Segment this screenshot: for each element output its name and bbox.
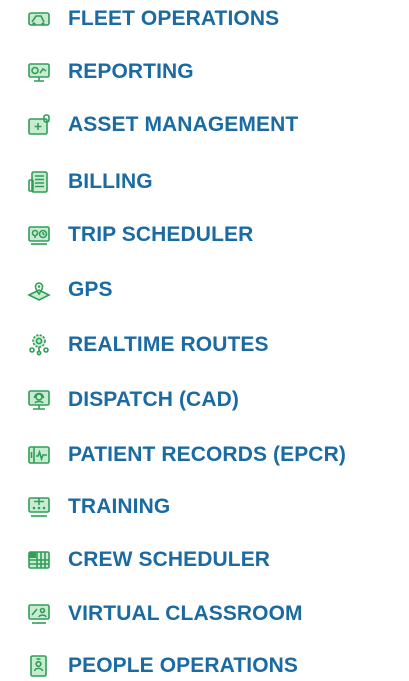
menu-item-label: REALTIME ROUTES: [68, 333, 269, 356]
menu-item-label: DISPATCH (CAD): [68, 388, 239, 411]
billing-ledger-icon: [26, 169, 52, 195]
menu-item-patient-records-epcr[interactable]: PATIENT RECORDS (EPCR): [26, 440, 346, 470]
crew-calendar-icon: [26, 547, 52, 573]
menu-item-people-operations[interactable]: PEOPLE OPERATIONS: [26, 651, 298, 681]
menu-item-training[interactable]: TRAINING: [26, 492, 170, 522]
menu-item-label: TRIP SCHEDULER: [68, 223, 254, 246]
menu-item-realtime-routes[interactable]: REALTIME ROUTES: [26, 330, 269, 360]
menu-item-label: BILLING: [68, 170, 153, 193]
id-badge-icon: [26, 653, 52, 679]
menu-item-label: CREW SCHEDULER: [68, 548, 271, 571]
menu-item-asset-management[interactable]: ASSET MANAGEMENT: [26, 110, 298, 140]
route-gear-icon: [26, 332, 52, 358]
dispatch-headset-icon: [26, 387, 52, 413]
menu-item-label: PEOPLE OPERATIONS: [68, 654, 299, 677]
heartbeat-monitor-icon: [26, 442, 52, 468]
menu-item-reporting[interactable]: REPORTING: [26, 57, 194, 87]
menu-item-label: TRAINING: [68, 495, 171, 518]
menu-item-virtual-classroom[interactable]: VIRTUAL CLASSROOM: [26, 599, 303, 629]
menu-item-label: FLEET OPERATIONS: [68, 7, 280, 30]
menu-item-billing[interactable]: BILLING: [26, 167, 153, 197]
menu-item-label: PATIENT RECORDS (EPCR): [68, 443, 346, 466]
menu-item-fleet-operations[interactable]: FLEET OPERATIONS: [26, 4, 279, 34]
virtual-class-icon: [26, 601, 52, 627]
asset-box-icon: [26, 112, 52, 138]
menu-item-crew-scheduler[interactable]: CREW SCHEDULER: [26, 545, 270, 575]
chart-monitor-icon: [26, 59, 52, 85]
menu-item-label: VIRTUAL CLASSROOM: [68, 602, 303, 625]
menu-item-dispatch-cad[interactable]: DISPATCH (CAD): [26, 385, 239, 415]
menu-item-gps[interactable]: GPS: [26, 275, 113, 305]
menu-item-label: ASSET MANAGEMENT: [68, 113, 299, 136]
training-board-icon: [26, 494, 52, 520]
menu-item-trip-scheduler[interactable]: TRIP SCHEDULER: [26, 220, 253, 250]
menu-item-label: GPS: [68, 278, 113, 301]
truck-icon: [26, 6, 52, 32]
menu-item-label: REPORTING: [68, 60, 194, 83]
module-menu: FLEET OPERATIONS REPORTING ASSET MANAGEM…: [0, 0, 409, 680]
map-pin-icon: [26, 277, 52, 303]
trip-clock-icon: [26, 222, 52, 248]
